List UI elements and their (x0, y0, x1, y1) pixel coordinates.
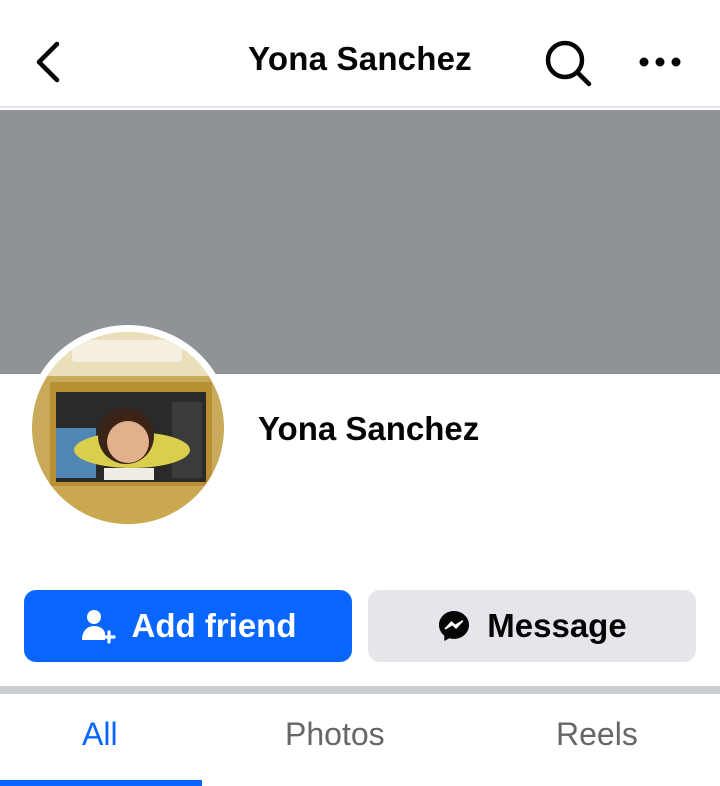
more-options-button[interactable] (632, 40, 688, 84)
tab-all[interactable]: All (82, 716, 118, 753)
search-icon (545, 40, 592, 87)
active-tab-indicator (0, 780, 202, 786)
message-label: Message (487, 607, 627, 644)
more-horizontal-icon (639, 57, 681, 67)
messenger-icon (439, 611, 470, 641)
search-button[interactable] (538, 34, 598, 92)
chevron-left-icon (36, 41, 60, 83)
top-bar: Yona Sanchez (0, 0, 720, 108)
add-friend-button[interactable]: Add friend (24, 590, 352, 662)
profile-picture[interactable] (32, 332, 224, 524)
tab-photos[interactable]: Photos (285, 716, 385, 753)
message-button[interactable]: Message (368, 590, 696, 662)
profile-photo-image (32, 332, 224, 524)
add-friend-icon (81, 610, 116, 644)
page-title: Yona Sanchez (248, 40, 472, 77)
tab-reels[interactable]: Reels (556, 716, 638, 753)
profile-name: Yona Sanchez (258, 410, 480, 447)
section-divider (0, 686, 720, 694)
add-friend-label: Add friend (131, 607, 297, 644)
back-button[interactable] (22, 32, 74, 92)
